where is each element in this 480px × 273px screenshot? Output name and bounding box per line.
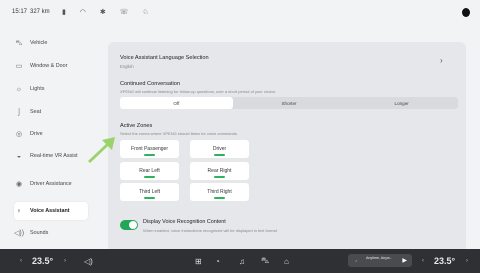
- mic-icon: ♀: [16, 207, 22, 215]
- zone-rear-left[interactable]: Rear Left: [120, 162, 179, 180]
- sidebar-item-seat[interactable]: ⌡ Seat: [14, 103, 88, 121]
- apps-grid-icon[interactable]: ⊞: [195, 249, 202, 273]
- active-zones-desc: Select the zones where XPENG should list…: [120, 131, 237, 136]
- language-value: English: [120, 64, 134, 69]
- profile-icon[interactable]: [462, 8, 470, 17]
- zone-indicator: [144, 176, 155, 178]
- left-temp-down-icon[interactable]: ‹: [20, 249, 22, 273]
- zone-indicator: [144, 154, 155, 156]
- zone-label: Third Left: [138, 189, 161, 195]
- display-recognition-desc: When enabled, voice instructions recogni…: [143, 228, 277, 233]
- status-bar: 15:17 327 km ▮ ◠ ✱ ☏ ♘: [0, 0, 480, 30]
- zone-label: Front Passenger: [131, 146, 168, 152]
- sidebar-item-driver-assistance[interactable]: ◉ Driver Assistance: [14, 175, 88, 193]
- volume-icon[interactable]: ◁): [84, 249, 93, 273]
- zone-label: Third Right: [207, 189, 232, 195]
- zone-driver[interactable]: Driver: [190, 140, 249, 158]
- sidebar-item-label: Drive: [30, 131, 43, 137]
- car-climate-icon[interactable]: ⛍: [261, 249, 269, 273]
- play-icon[interactable]: ▶: [402, 257, 407, 264]
- zone-indicator: [144, 197, 155, 199]
- sidebar-item-label: Voice Assistant: [30, 208, 70, 214]
- status-icons: ▮ ◠ ✱ ☏ ♘: [62, 9, 155, 16]
- sidebar-item-lights[interactable]: ☼ Lights: [14, 80, 88, 98]
- media-title: Anytime, Anyw...: [366, 256, 393, 260]
- option-off[interactable]: Off: [120, 97, 233, 109]
- media-artist: ♪: [355, 258, 357, 263]
- seat-icon: ⌡: [16, 108, 22, 116]
- sidebar-item-drive[interactable]: ◎ Drive: [14, 125, 88, 143]
- zone-indicator: [214, 154, 225, 156]
- sidebar-item-label: Lights: [30, 86, 45, 92]
- zone-label: Rear Left: [139, 168, 160, 174]
- zone-third-left[interactable]: Third Left: [120, 183, 179, 201]
- sidebar-item-vr-assist[interactable]: ◒ Real-time VR Assist: [14, 147, 88, 165]
- right-temperature[interactable]: 23.5°: [434, 249, 455, 273]
- clock: 15:17: [12, 9, 28, 15]
- car-icon: ⛍: [15, 39, 23, 47]
- 360-camera-icon[interactable]: ◔: [215, 249, 220, 273]
- zone-third-right[interactable]: Third Right: [190, 183, 249, 201]
- zone-label: Driver: [212, 146, 227, 152]
- sidebar-item-label: Sounds: [30, 230, 49, 236]
- zone-label: Rear Right: [207, 168, 232, 174]
- chevron-right-icon[interactable]: ›: [440, 56, 443, 65]
- steering-icon: ◎: [15, 131, 23, 138]
- left-temperature[interactable]: 23.5°: [32, 249, 53, 273]
- left-temp-up-icon[interactable]: ›: [64, 249, 66, 273]
- right-temp-down-icon[interactable]: ‹: [422, 249, 424, 273]
- sidebar-item-label: Seat: [30, 109, 42, 115]
- sidebar-item-window-door[interactable]: ▭ Window & Door: [14, 57, 88, 75]
- lights-icon: ☼: [15, 85, 23, 93]
- bottom-dock: ‹ 23.5° › ◁) ⊞ ◔ ♫ ⛍ ⌂ ♪ Anytime, Anyw..…: [0, 249, 480, 273]
- sidebar-item-label: Real-time VR Assist: [30, 152, 78, 159]
- zone-indicator: [214, 197, 225, 199]
- vr-icon: ◒: [16, 152, 22, 160]
- sidebar-item-label: Driver Assistance: [30, 180, 72, 187]
- window-icon: ▭: [15, 63, 23, 70]
- zone-front-passenger[interactable]: Front Passenger: [120, 140, 179, 158]
- continued-conversation-title: Continued Conversation: [120, 81, 181, 87]
- display-recognition-toggle[interactable]: [120, 220, 138, 230]
- sidebar-item-label: Vehicle: [30, 40, 48, 46]
- range-readout: 327 km: [30, 9, 50, 15]
- toggle-knob: [129, 221, 137, 229]
- sidebar-item-voice-assistant[interactable]: ♀ Voice Assistant: [14, 202, 88, 220]
- option-longer[interactable]: Longer: [345, 97, 458, 109]
- active-zones-title: Active Zones: [120, 123, 153, 129]
- sidebar-item-sounds[interactable]: ◁)) Sounds: [14, 224, 88, 242]
- media-player-widget[interactable]: ♪ Anytime, Anyw... ▶: [348, 254, 412, 267]
- display-recognition-title: Display Voice Recognition Content: [143, 219, 226, 225]
- music-icon[interactable]: ♫: [239, 249, 245, 273]
- home-icon[interactable]: ⌂: [284, 249, 289, 273]
- assist-icon: ◉: [15, 181, 23, 188]
- speaker-icon: ◁)): [14, 230, 25, 237]
- option-shorter[interactable]: Shorter: [233, 97, 346, 109]
- continued-conversation-segmented: Off Shorter Longer: [120, 97, 458, 109]
- zone-rear-right[interactable]: Rear Right: [190, 162, 249, 180]
- language-selection-row[interactable]: Voice Assistant Language Selection Engli…: [120, 55, 209, 69]
- sidebar-item-label: Window & Door: [30, 63, 68, 69]
- sidebar-item-vehicle[interactable]: ⛍ Vehicle: [14, 34, 88, 52]
- zone-indicator: [214, 176, 225, 178]
- language-title: Voice Assistant Language Selection: [120, 55, 209, 61]
- arrow-pointer-icon: [88, 137, 115, 163]
- right-temp-up-icon[interactable]: ›: [466, 249, 468, 273]
- continued-conversation-desc: XPENG will continue listening for follow…: [120, 89, 276, 94]
